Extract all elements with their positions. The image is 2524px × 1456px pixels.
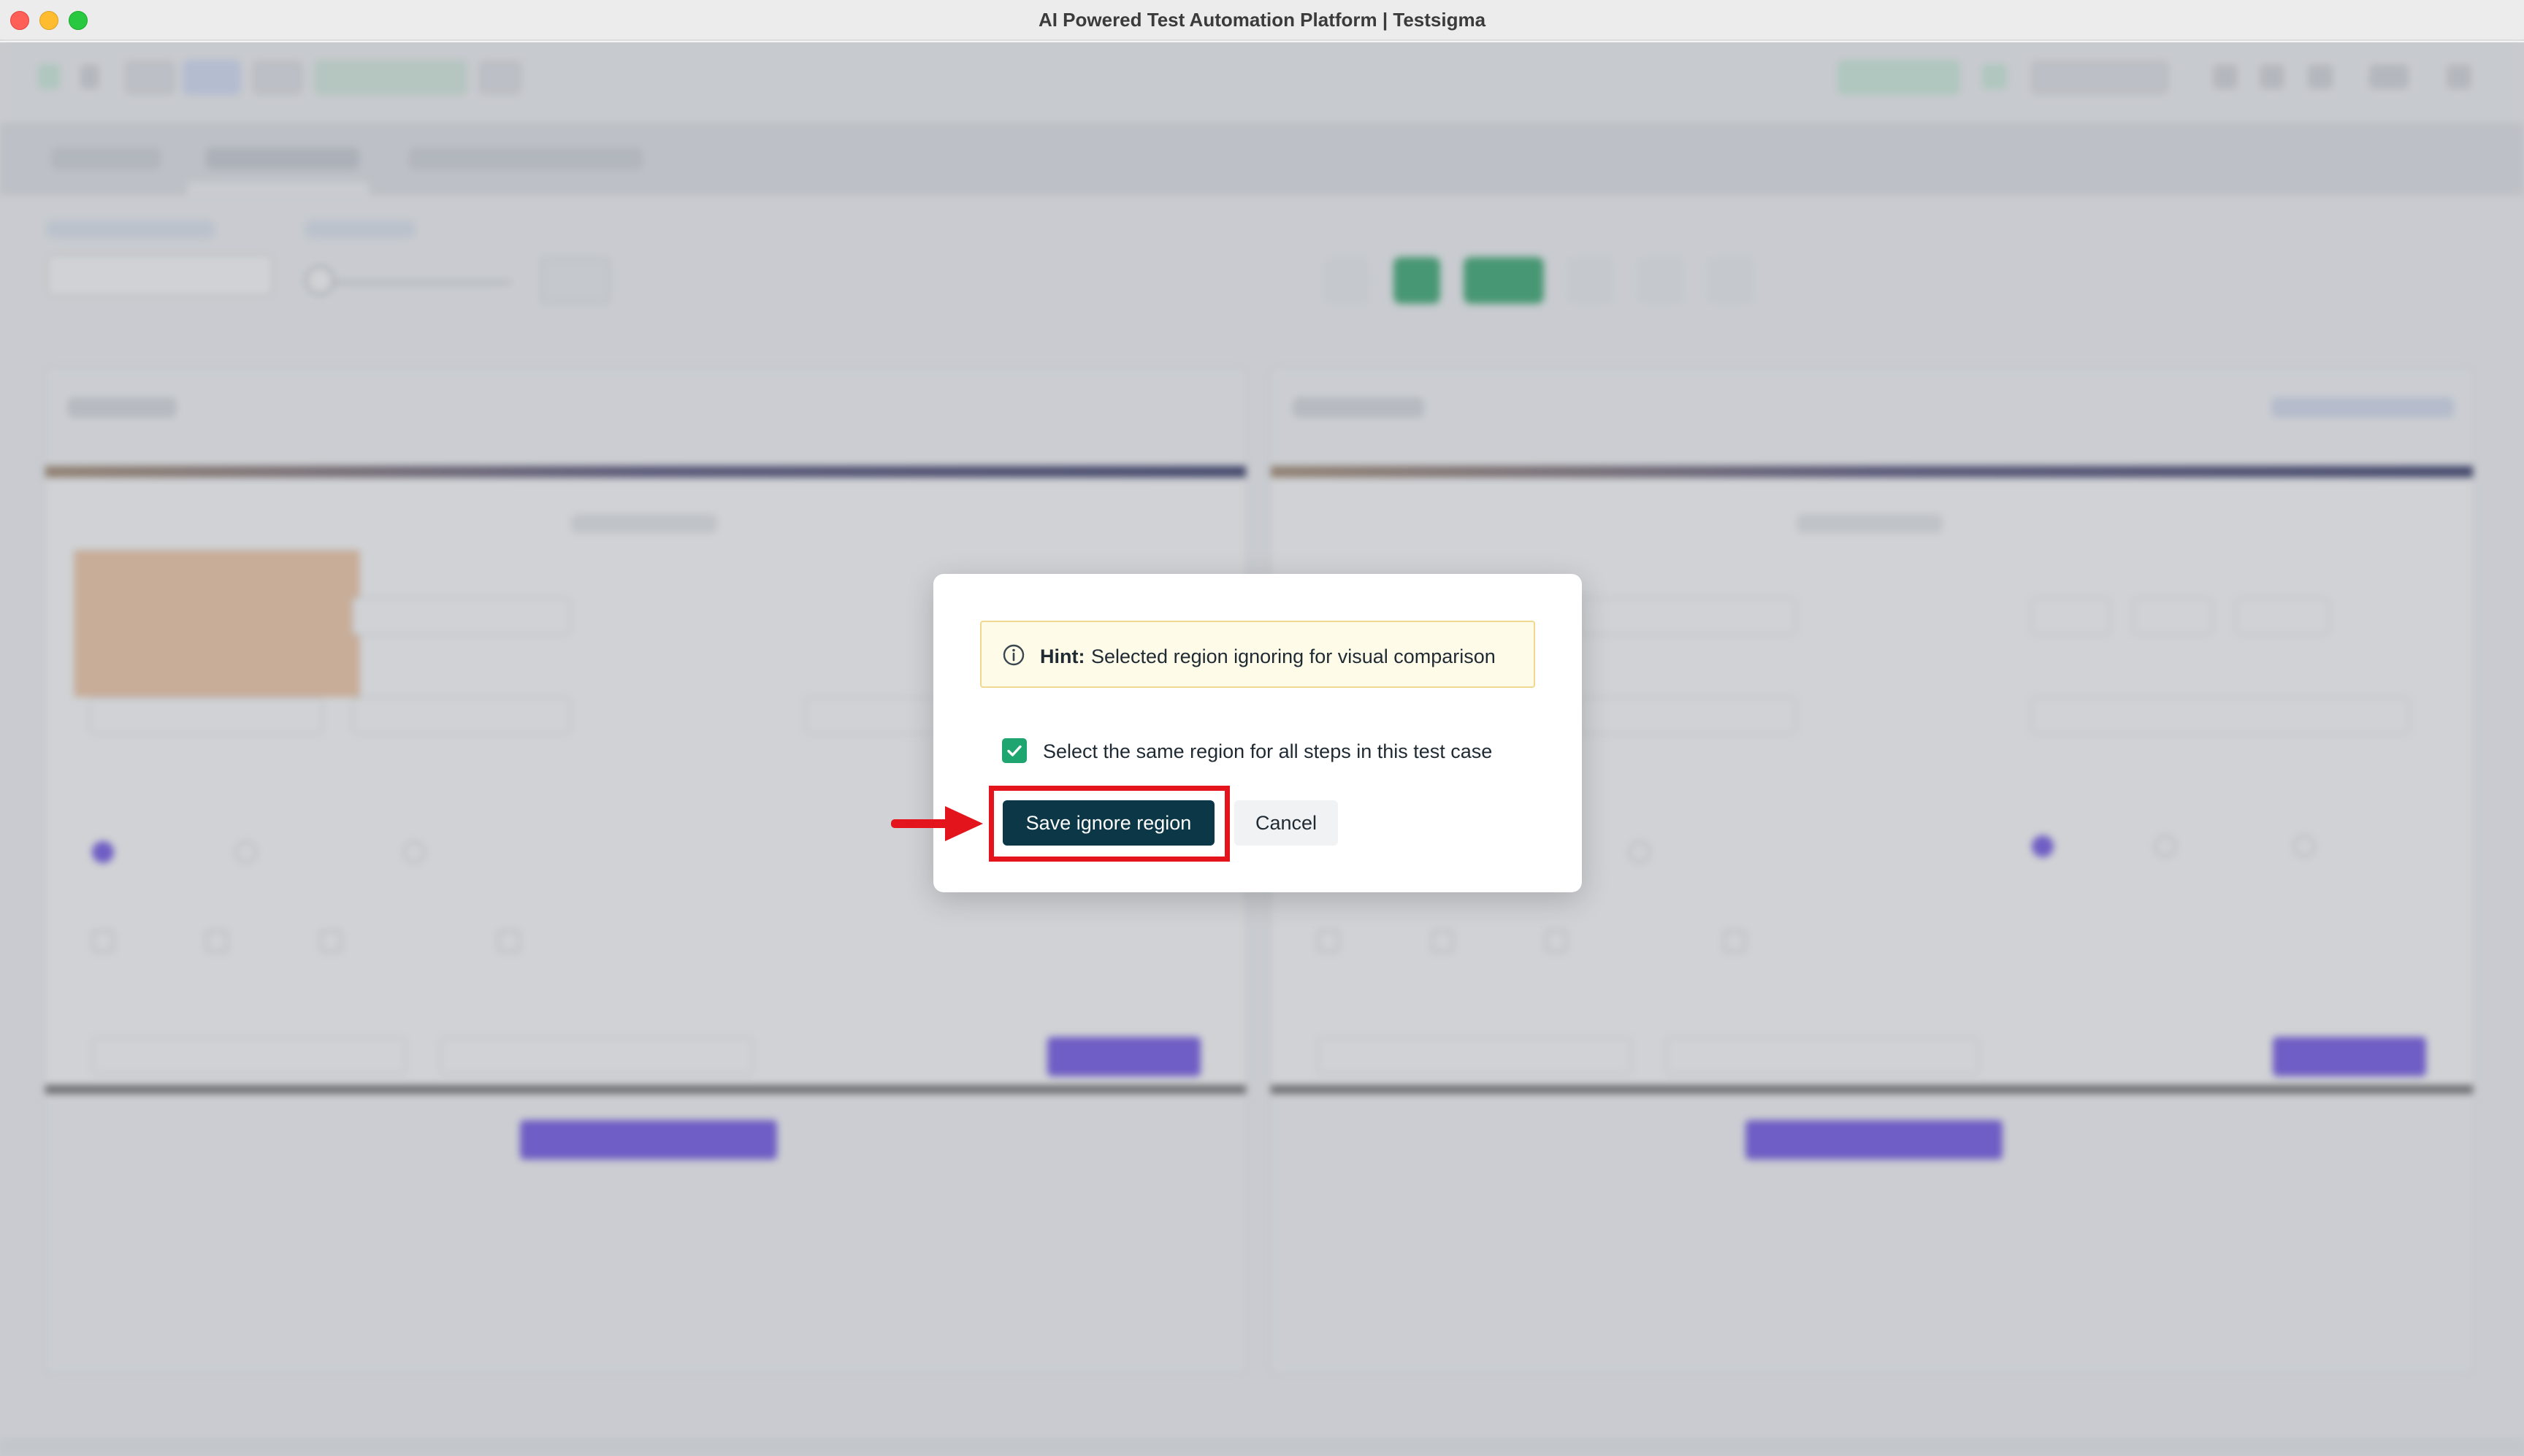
checkmark-icon [1007,745,1022,756]
cancel-button[interactable]: Cancel [1234,800,1338,846]
hint-text: Selected region ignoring for visual comp… [1091,645,1496,667]
red-arrow-icon [891,806,983,841]
same-region-label: Select the same region for all steps in … [1043,740,1493,762]
hint-banner: Hint: Selected region ignoring for visua… [980,621,1535,688]
app-window: AI Powered Test Automation Platform | Te… [0,0,2524,1456]
same-region-checkbox[interactable] [1002,738,1027,763]
info-icon [1003,644,1025,666]
hint-label: Hint: [1040,645,1085,667]
title-bar: AI Powered Test Automation Platform | Te… [0,0,2524,41]
window-title: AI Powered Test Automation Platform | Te… [1038,9,1486,31]
save-ignore-region-button[interactable]: Save ignore region [1003,800,1215,846]
